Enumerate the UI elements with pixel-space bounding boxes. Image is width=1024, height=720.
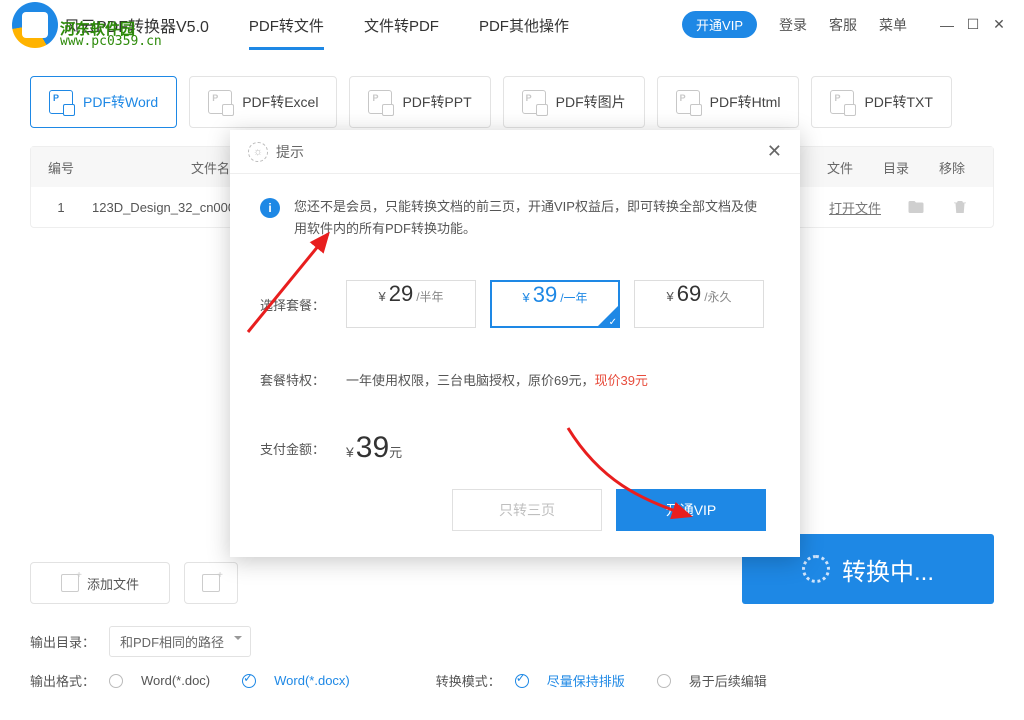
modal-title: 提示 — [276, 142, 304, 162]
th-remove: 移除 — [939, 158, 965, 177]
plan-lifetime[interactable]: ¥69/永久 — [634, 280, 764, 328]
minimize-icon[interactable]: ― — [939, 17, 955, 33]
bulb-icon: ☼ — [248, 142, 268, 162]
output-dir-select[interactable]: 和PDF相同的路径 — [109, 626, 251, 657]
modal-close-icon[interactable]: ✕ — [767, 141, 782, 162]
subtab-label: PDF转图片 — [556, 92, 626, 112]
radio-doc[interactable] — [109, 674, 123, 688]
convert-trial-button[interactable]: 只转三页 — [452, 489, 602, 531]
plan-halfyear[interactable]: ¥29/半年 — [346, 280, 476, 328]
add-folder-button[interactable] — [184, 562, 238, 604]
radio-easy-edit-label: 易于后续编辑 — [689, 671, 767, 690]
subtab-pdf-to-html[interactable]: PDF转Html — [657, 76, 800, 128]
radio-doc-label: Word(*.doc) — [141, 673, 210, 688]
th-number: 编号 — [31, 158, 91, 177]
features-highlight: 现价39元 — [594, 373, 647, 388]
subtab-pdf-to-txt[interactable]: PDF转TXT — [811, 76, 951, 128]
radio-keep-layout[interactable] — [515, 674, 529, 688]
doc-icon — [676, 90, 700, 114]
subtab-label: PDF转Word — [83, 92, 158, 112]
subtab-label: PDF转Excel — [242, 92, 318, 112]
convert-label: 转换中... — [842, 552, 934, 587]
tab-pdf-to-file[interactable]: PDF转文件 — [249, 1, 324, 48]
tab-file-to-pdf[interactable]: 文件转PDF — [364, 1, 439, 48]
row-number: 1 — [31, 200, 91, 215]
plan-year[interactable]: ¥39/一年 — [490, 280, 620, 328]
subtab-pdf-to-word[interactable]: PDF转Word — [30, 76, 177, 128]
output-dir-label: 输出目录： — [30, 632, 95, 651]
info-icon: i — [260, 198, 280, 218]
modal-info-text: 您还不是会员，只能转换文档的前三页，开通VIP权益后，即可转换全部文档及使用软件… — [294, 196, 766, 240]
service-link[interactable]: 客服 — [829, 15, 857, 35]
doc-icon — [49, 90, 73, 114]
doc-icon — [830, 90, 854, 114]
tab-pdf-other[interactable]: PDF其他操作 — [479, 1, 569, 48]
top-right: 开通VIP 登录 客服 菜单 ― ☐ ✕ — [682, 11, 1007, 38]
folder-icon[interactable] — [907, 198, 925, 216]
radio-docx[interactable] — [242, 674, 256, 688]
plan-label: 选择套餐： — [260, 295, 346, 314]
radio-docx-label: Word(*.docx) — [274, 673, 350, 688]
maximize-icon[interactable]: ☐ — [965, 17, 981, 33]
doc-icon — [368, 90, 392, 114]
features-label: 套餐特权： — [260, 370, 346, 389]
login-link[interactable]: 登录 — [779, 15, 807, 35]
file-add-icon — [61, 574, 79, 592]
trash-icon[interactable] — [951, 198, 969, 216]
subtab-pdf-to-image[interactable]: PDF转图片 — [503, 76, 645, 128]
convert-mode-label: 转换模式： — [436, 671, 501, 690]
pay-label: 支付金额： — [260, 439, 346, 458]
pay-amount: ¥39元 — [346, 431, 402, 465]
folder-add-icon — [202, 574, 220, 592]
features-text: 一年使用权限，三台电脑授权，原价69元，现价39元 — [346, 370, 648, 389]
subtab-pdf-to-excel[interactable]: PDF转Excel — [189, 76, 337, 128]
watermark-url: www.pc0359.cn — [60, 34, 162, 49]
add-file-button[interactable]: 添加文件 — [30, 562, 170, 604]
doc-icon — [208, 90, 232, 114]
subtab-label: PDF转TXT — [864, 92, 932, 112]
subtab-label: PDF转Html — [710, 92, 781, 112]
open-vip-button[interactable]: 开通VIP — [616, 489, 766, 531]
titlebar: 风云PDF转换器V5.0 河东软件园 www.pc0359.cn PDF转文件 … — [0, 0, 1024, 50]
bottom-controls: 添加文件 转换中... 输出目录： 和PDF相同的路径 输出格式： Word(*… — [30, 562, 994, 704]
spinner-icon — [802, 555, 830, 583]
vip-modal: ☼ 提示 ✕ i 您还不是会员，只能转换文档的前三页，开通VIP权益后，即可转换… — [230, 130, 800, 557]
radio-keep-layout-label: 尽量保持排版 — [547, 671, 625, 690]
app-logo-icon — [12, 2, 58, 48]
th-file: 文件 — [827, 158, 853, 177]
close-icon[interactable]: ✕ — [991, 17, 1007, 33]
subtab-label: PDF转PPT — [402, 92, 471, 112]
doc-icon — [522, 90, 546, 114]
output-format-label: 输出格式： — [30, 671, 95, 690]
open-file-link[interactable]: 打开文件 — [829, 198, 881, 217]
open-vip-pill[interactable]: 开通VIP — [682, 11, 757, 38]
subtab-pdf-to-ppt[interactable]: PDF转PPT — [349, 76, 490, 128]
add-file-label: 添加文件 — [87, 574, 139, 593]
th-dir: 目录 — [883, 158, 909, 177]
main-tabs: PDF转文件 文件转PDF PDF其他操作 — [249, 1, 682, 48]
modal-header: ☼ 提示 ✕ — [230, 130, 800, 174]
menu-link[interactable]: 菜单 — [879, 15, 907, 35]
radio-easy-edit[interactable] — [657, 674, 671, 688]
